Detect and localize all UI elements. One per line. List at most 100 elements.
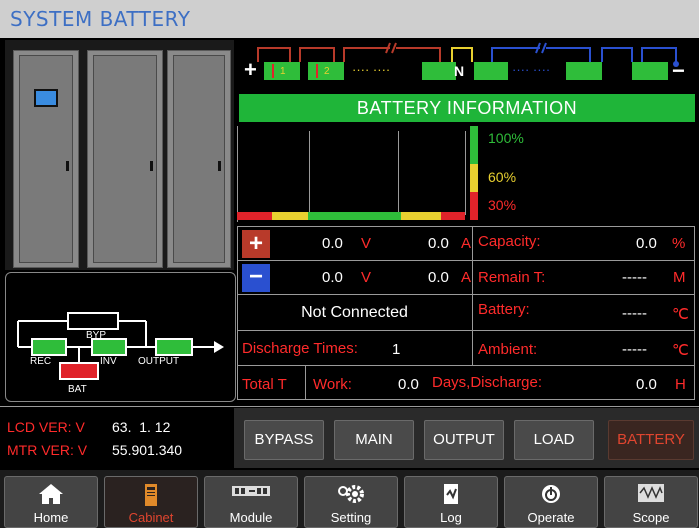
module-icon	[232, 486, 270, 496]
work-label: Work:	[313, 376, 352, 393]
tab-main[interactable]: MAIN	[334, 420, 414, 460]
nav-operate[interactable]: Operate	[504, 476, 598, 528]
battery-bar-graph	[237, 126, 466, 222]
nav-scope[interactable]: Scope	[604, 476, 698, 528]
page-title: SYSTEM BATTERY	[10, 7, 191, 31]
positive-terminal: +	[244, 57, 257, 82]
positive-current: 0.0	[428, 235, 449, 252]
bar-segment-red	[441, 212, 465, 220]
tab-output[interactable]: OUTPUT	[424, 420, 504, 460]
battery-temp-value: -----	[622, 305, 647, 322]
flow-bat-label: BAT	[68, 384, 87, 395]
flow-inv-label: INV	[100, 356, 117, 367]
lcd-screen-icon	[34, 89, 58, 107]
negative-terminal: −	[672, 58, 685, 83]
work-value: 0.0	[398, 376, 419, 393]
cabinet-icon	[145, 484, 157, 506]
lcd-version-label: LCD VER: V	[7, 419, 85, 435]
nav-operate-label: Operate	[527, 510, 575, 525]
level-60-label: 60%	[488, 169, 517, 185]
positive-voltage: 0.0	[322, 235, 343, 252]
flow-rec-label: REC	[30, 356, 52, 367]
battery-string: + 1 2 ···· ···· N ···· ···· −	[240, 40, 695, 84]
cabinet-panel	[5, 40, 234, 270]
nav-module-label: Module	[229, 510, 273, 525]
negative-voltage: 0.0	[322, 269, 343, 286]
days-discharge-label: Days,Discharge:	[432, 374, 543, 391]
discharge-times-label: Discharge Times:	[242, 340, 358, 357]
nav-module[interactable]: Module	[204, 476, 298, 528]
scope-icon	[638, 484, 664, 502]
tab-battery[interactable]: BATTERY	[608, 420, 694, 460]
positive-sign-badge: +	[242, 230, 270, 258]
level-60-bar	[470, 164, 478, 192]
level-30-label: 30%	[488, 197, 517, 213]
remain-time-value: -----	[622, 269, 647, 286]
power-flow-diagram: BYP REC INV OUTPUT BAT	[5, 272, 236, 402]
gear-icon	[338, 485, 364, 503]
level-legend: 100% 60% 30%	[470, 126, 695, 222]
bar-segment-red	[237, 212, 272, 220]
nav-log-label: Log	[440, 510, 462, 525]
flow-byp-label: BYP	[86, 330, 107, 341]
home-icon	[39, 484, 63, 504]
lcd-version-value: 63. 1. 12	[112, 419, 171, 435]
negative-sign-badge: −	[242, 264, 270, 292]
discharge-times-value: 1	[392, 341, 401, 358]
negative-voltage-unit: V	[361, 269, 372, 286]
cabinet-door	[19, 55, 73, 263]
remain-time-label: Remain T:	[478, 269, 546, 286]
nav-home[interactable]: Home	[4, 476, 98, 528]
door-handle	[150, 161, 153, 171]
level-30-bar	[470, 192, 478, 220]
negative-current: 0.0	[428, 269, 449, 286]
log-icon	[444, 484, 458, 504]
capacity-value: 0.0	[636, 235, 657, 252]
total-time-label: Total T	[242, 376, 287, 393]
cabinet-door	[93, 55, 157, 263]
power-icon	[542, 485, 560, 503]
cell-label-1: 1	[280, 66, 286, 77]
neutral-label: N	[454, 63, 465, 79]
mtr-version-label: MTR VER: V	[7, 442, 88, 458]
bar-segment-green	[308, 212, 401, 220]
level-100-label: 100%	[488, 130, 524, 146]
cabinet-left	[13, 50, 79, 268]
cell-label-2: 2	[324, 66, 330, 77]
door-handle	[218, 161, 221, 171]
days-discharge-value: 0.0	[636, 376, 657, 393]
door-handle	[66, 161, 69, 171]
cell-dots-right: ···· ····	[512, 62, 551, 77]
mtr-version-value: 55.901.340	[112, 442, 183, 458]
nav-scope-label: Scope	[632, 510, 670, 525]
nav-cabinet-label: Cabinet	[128, 510, 174, 525]
flow-output-label: OUTPUT	[138, 356, 180, 367]
days-discharge-unit: H	[675, 376, 686, 393]
capacity-unit: %	[672, 235, 686, 252]
ambient-temp-unit: ℃	[672, 342, 689, 359]
bar-segment-yellow	[401, 212, 441, 220]
ambient-temp-value: -----	[622, 341, 647, 358]
nav-setting[interactable]: Setting	[304, 476, 398, 528]
capacity-label: Capacity:	[478, 233, 541, 250]
cabinet-right	[167, 50, 231, 268]
battery-temp-unit: ℃	[672, 306, 689, 323]
nav-home-label: Home	[33, 510, 69, 525]
battery-info-header: BATTERY INFORMATION	[239, 94, 695, 122]
nav-log[interactable]: Log	[404, 476, 498, 528]
cell-dots-left: ···· ····	[352, 62, 391, 77]
battery-temp-label: Battery:	[478, 301, 530, 318]
cabinet-door	[173, 55, 225, 263]
positive-current-unit: A	[461, 235, 472, 252]
nav-cabinet[interactable]: Cabinet	[104, 476, 198, 528]
negative-current-unit: A	[461, 269, 472, 286]
level-100-bar	[470, 126, 478, 164]
divider	[0, 406, 699, 407]
tab-load[interactable]: LOAD	[514, 420, 594, 460]
nav-setting-label: Setting	[330, 510, 372, 525]
connection-status: Not Connected	[301, 304, 408, 321]
bar-segment-yellow	[272, 212, 308, 220]
ambient-temp-label: Ambient:	[478, 341, 538, 358]
cabinet-middle	[87, 50, 163, 268]
tab-bypass[interactable]: BYPASS	[244, 420, 324, 460]
